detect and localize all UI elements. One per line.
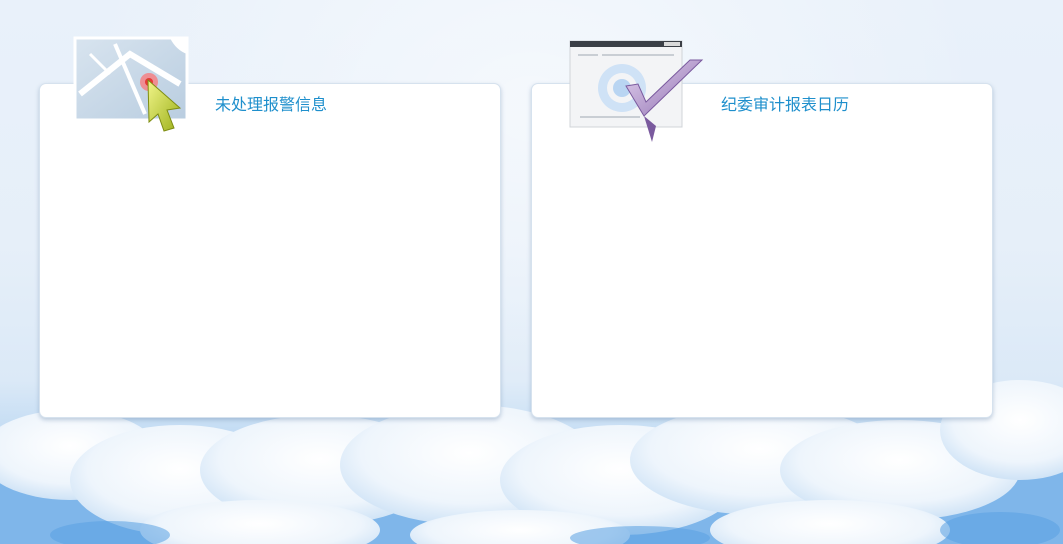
audit-calendar-title: 纪委审计报表日历 <box>721 95 850 114</box>
map-pin-icon <box>73 36 189 132</box>
alarm-info-content <box>50 124 490 407</box>
checkmark-report-icon <box>569 40 704 142</box>
alarm-info-title: 未处理报警信息 <box>215 95 328 114</box>
audit-calendar-content <box>542 124 982 407</box>
